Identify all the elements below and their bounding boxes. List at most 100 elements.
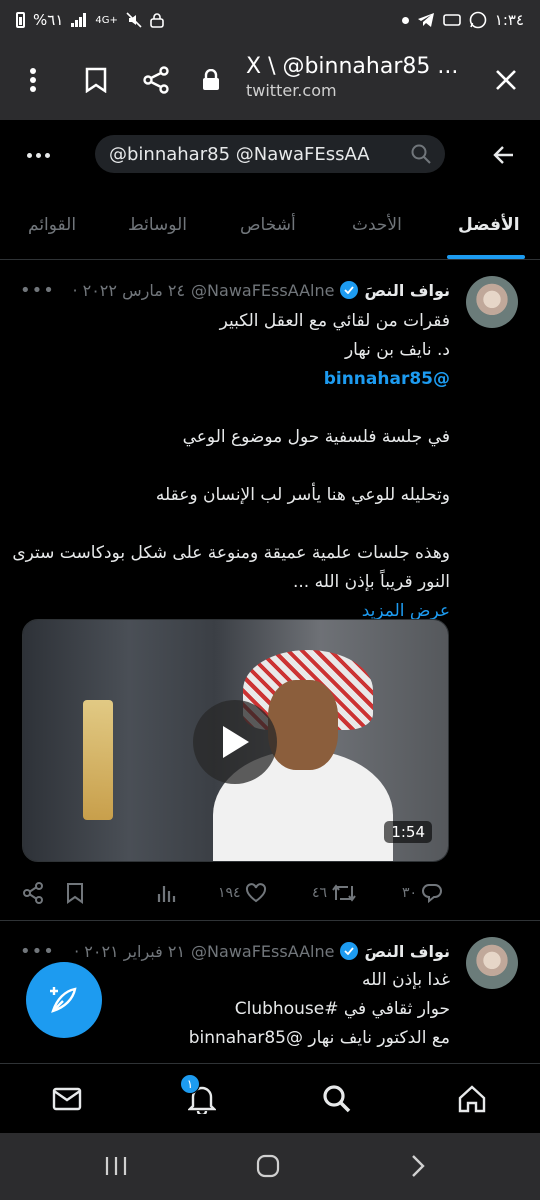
mention-link[interactable]: @binnahar85 [20,365,450,394]
search-input[interactable]: @binnahar85 @NawaFEssAA [95,135,445,173]
nav-messages[interactable] [50,1082,84,1116]
avatar[interactable] [466,276,518,328]
bookmark-icon [85,67,107,93]
more-options-button[interactable] [20,140,56,170]
share-icon [23,882,43,904]
browser-menu-button[interactable] [0,40,66,120]
signal-icon [71,13,87,27]
tweet-line [20,394,450,423]
author-name[interactable]: نواف النصَ [364,281,450,300]
author-name[interactable]: نواف النصَ [364,942,450,961]
tweet-menu-button[interactable]: ••• [20,280,55,301]
search-icon [323,1085,351,1113]
verified-badge-icon [340,281,359,299]
analytics-button[interactable] [156,878,176,908]
url-display[interactable]: X \ @binnahar85 ... twitter.com [246,54,466,100]
author-handle[interactable]: @NawaFEssAAlne [191,281,334,300]
tweet-header: نواف النصَ @NawaFEssAAlne · ٢١ فبراير ٢٠… [20,939,450,963]
nav-home[interactable] [455,1082,489,1116]
share-button[interactable] [126,40,186,120]
back-system-button[interactable] [398,1151,438,1181]
more-vertical-icon [30,68,36,92]
tweet-date: · ٢١ فبراير ٢٠٢١ [74,941,186,961]
author-handle[interactable]: @NawaFEssAAlne [191,942,334,961]
search-query: @binnahar85 @NawaFEssAA [109,143,370,165]
video-player[interactable]: 1:54 [22,619,449,862]
tweet-menu-button[interactable]: ••• [20,941,55,962]
battery-level: %٦١ [33,11,64,29]
browser-toolbar: X \ @binnahar85 ... twitter.com [0,40,540,120]
tab-media[interactable]: الوسائط [128,190,187,260]
reply-count: ٣٠ [402,885,418,901]
more-dot-icon [35,152,41,158]
envelope-icon [52,1087,82,1111]
arrow-left-icon [493,146,513,164]
compose-feather-icon [50,987,77,1013]
heart-icon [245,883,266,903]
play-button[interactable] [193,700,277,784]
battery-icon [16,12,25,28]
tab-top[interactable]: الأفضل [458,190,520,260]
tab-people[interactable]: أشخاص [240,190,296,260]
bookmark-button[interactable] [66,40,126,120]
recents-icon [105,1157,127,1175]
site-security-button[interactable] [186,40,236,120]
whatsapp-icon [469,11,487,29]
active-tab-indicator [447,255,525,259]
notification-dot-icon [401,16,409,24]
reply-button[interactable]: ٣٠ [402,878,443,908]
retweet-button[interactable]: ٤٦ [312,878,357,908]
tweet-line: فقرات من لقائي مع العقل الكبير [219,311,450,331]
lamp-shape [83,700,113,820]
tweet-line: في جلسة فلسفية حول موضوع الوعي [182,427,450,447]
tweet-text: فقرات من لقائي مع العقل الكبير د. نايف ب… [12,307,450,626]
search-header: @binnahar85 @NawaFEssAA [0,120,540,190]
tweet-date-value: ٢١ فبراير ٢٠٢١ [84,941,186,961]
tweet-line: وهذه جلسات علمية عميقة ومنوعة على شكل بو… [12,543,450,563]
chevron-right-icon [412,1155,425,1177]
close-icon [496,70,516,90]
more-dot-icon [26,152,32,158]
system-navigation-bar [0,1133,540,1200]
analytics-icon [157,886,176,902]
app-notification-icon [442,14,461,26]
tweet-line: وتحليله للوعي هنا يأسر لب الإنسان وعقله [155,485,450,505]
home-icon [458,1085,486,1113]
retweet-count: ٤٦ [312,885,328,901]
tab-lists[interactable]: القوائم [28,190,76,260]
video-duration: 1:54 [384,821,432,843]
mute-icon [126,12,142,28]
status-bar: %٦١ 4G+ ١:٣٤ [0,0,540,40]
share-icon [143,66,169,94]
notification-badge: ١ [180,1074,200,1094]
nav-search[interactable] [320,1082,354,1116]
like-count: ١٩٤ [218,885,241,901]
share-tweet-button[interactable] [22,878,44,908]
compose-tweet-button[interactable] [26,962,102,1038]
page-title: X \ @binnahar85 ... [246,54,459,79]
bookmark-tweet-button[interactable] [66,878,84,908]
home-system-button[interactable] [248,1151,288,1181]
telegram-icon [417,13,434,27]
bottom-navigation: ١ [0,1063,540,1133]
lock-icon [203,69,219,90]
more-dot-icon [44,152,50,158]
page-domain: twitter.com [246,81,337,100]
close-tab-button[interactable] [476,40,536,120]
tweet-actions: ١٩٤ ٤٦ ٣٠ [22,878,452,908]
reply-icon [422,884,443,904]
search-icon [411,144,431,164]
tweet-line: د. نايف بن نهار [344,340,450,360]
recent-apps-button[interactable] [96,1151,136,1181]
tweet-header: نواف النصَ @NawaFEssAAlne · ٢٤ مارس ٢٠٢٢… [20,278,450,302]
status-right: ١:٣٤ [401,11,524,29]
tweet-date: · ٢٤ مارس ٢٠٢٢ [72,280,186,300]
tab-latest[interactable]: الأحدث [352,190,402,260]
like-button[interactable]: ١٩٤ [218,878,267,908]
avatar[interactable] [466,937,518,989]
tweet-date-value: ٢٤ مارس ٢٠٢٢ [82,280,186,300]
bookmark-icon [67,883,83,904]
verified-badge-icon [340,942,359,960]
back-button[interactable] [486,138,522,172]
search-tabs: الأفضل الأحدث أشخاص الوسائط القوائم [0,190,540,260]
